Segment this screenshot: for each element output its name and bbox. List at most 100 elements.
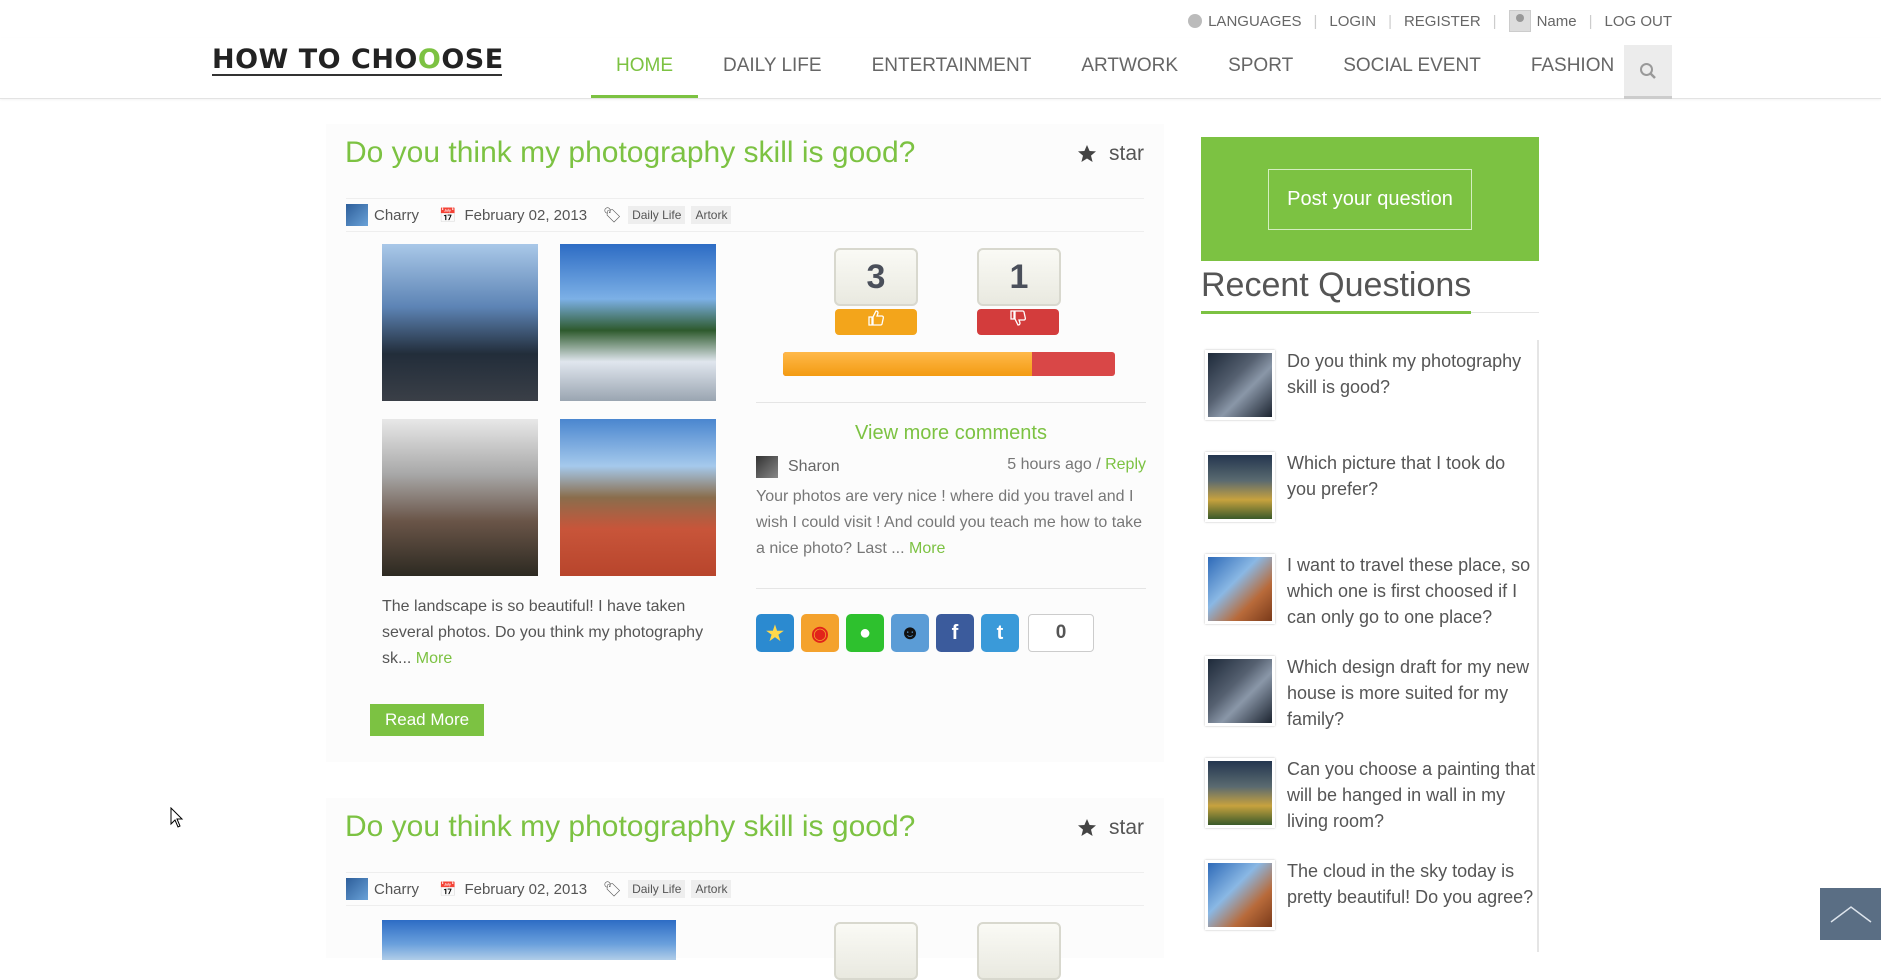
question-thumbnail [1205,860,1275,930]
tag-icon: 🏷 [603,207,623,224]
post-photo[interactable] [560,244,716,401]
comment-more-link[interactable]: More [909,540,945,557]
share-count: 0 [1028,614,1094,652]
user-icon [1508,10,1531,32]
mouse-cursor-icon [170,807,184,828]
divider [756,588,1146,589]
register-link[interactable]: REGISTER [1404,13,1481,30]
downvote-count [977,922,1061,980]
post-photo[interactable] [382,920,676,960]
upvote-button[interactable] [835,309,917,335]
logo-text-1: HOW TO CHO [212,44,418,75]
recent-question-item[interactable]: Do you think my photography skill is goo… [1201,340,1539,442]
nav-social-event[interactable]: SOCIAL EVENT [1318,38,1506,98]
recent-question-item[interactable]: Can you choose a painting that will be h… [1201,748,1539,850]
question-post: Do you think my photography skill is goo… [326,124,1164,762]
logout-link[interactable]: LOG OUT [1604,13,1672,30]
recent-question-item[interactable]: I want to travel these place, so which o… [1201,544,1539,646]
twitter-icon[interactable]: t [981,614,1019,652]
comment-meta: 5 hours ago / Reply [1007,456,1146,474]
star-icon [1077,819,1096,836]
separator: | [1588,12,1593,30]
thumbs-up-icon [868,310,884,326]
nav-daily-life[interactable]: DAILY LIFE [698,38,847,98]
post-title[interactable]: Do you think my photography skill is goo… [345,810,915,844]
logo-text-2: O [417,44,442,75]
tag-daily-life[interactable]: Daily Life [628,880,686,898]
author-name[interactable]: Charry [374,207,419,224]
divider [756,402,1146,403]
back-to-top-button[interactable] [1820,888,1881,940]
commenter-name[interactable]: Sharon [788,458,840,476]
question-text[interactable]: Which design draft for my new house is m… [1287,654,1537,732]
question-text[interactable]: I want to travel these place, so which o… [1287,552,1537,630]
login-link[interactable]: LOGIN [1329,13,1376,30]
nav-sport[interactable]: SPORT [1203,38,1318,98]
back-to-top-icon [1830,906,1871,923]
qq-icon[interactable]: ☻ [891,614,929,652]
author-avatar [346,204,368,226]
user-profile-link[interactable]: Name [1508,10,1577,32]
separator: | [1492,12,1497,30]
nav-entertainment[interactable]: ENTERTAINMENT [847,38,1057,98]
star-label: star [1108,142,1144,165]
tag-artork[interactable]: Artork [691,880,732,898]
post-photo[interactable] [382,244,538,401]
recent-questions-heading: Recent Questions [1201,266,1472,304]
question-text[interactable]: The cloud in the sky today is pretty bea… [1287,858,1537,910]
star-button[interactable]: star [1077,816,1144,840]
commenter-avatar [756,456,778,478]
comment-body: Your photos are very nice ! where did yo… [756,488,1142,557]
separator: | [1388,12,1392,30]
question-thumbnail [1205,656,1275,726]
view-more-comments-link[interactable]: View more comments [756,422,1146,445]
thumbs-down-icon [1010,310,1026,326]
post-photo[interactable] [382,419,538,576]
vote-ratio-fill [783,352,1032,376]
languages-link[interactable]: LANGUAGES [1188,13,1301,30]
nav-artwork[interactable]: ARTWORK [1056,38,1203,98]
comment-text: Your photos are very nice ! where did yo… [756,484,1146,562]
comment-author: Sharon [756,456,840,478]
calendar-icon: 📅 [439,880,457,897]
recent-question-item[interactable]: The cloud in the sky today is pretty bea… [1201,850,1539,952]
post-title[interactable]: Do you think my photography skill is goo… [345,136,915,170]
vote-ratio-bar [783,352,1115,376]
facebook-icon[interactable]: f [936,614,974,652]
weibo-icon[interactable]: ◉ [801,614,839,652]
post-photo[interactable] [560,419,716,576]
recent-question-item[interactable]: Which picture that I took do you prefer? [1201,442,1539,544]
search-button[interactable] [1624,45,1672,99]
recent-question-item[interactable]: Which design draft for my new house is m… [1201,646,1539,748]
nav-fashion[interactable]: FASHION [1506,38,1639,98]
logo-underline [212,74,502,76]
downvote-button[interactable] [977,309,1059,335]
star-icon [1077,145,1096,162]
reply-link[interactable]: Reply [1105,456,1146,473]
heading-underline [1201,311,1471,314]
wechat-icon[interactable]: ● [846,614,884,652]
downvote-count: 1 [977,248,1061,306]
excerpt-more-link[interactable]: More [416,650,452,667]
username-label: Name [1536,12,1577,30]
comment-time: 5 hours ago [1007,456,1092,473]
read-more-button[interactable]: Read More [370,704,485,736]
site-logo[interactable]: HOW TO CHOOOSE [212,44,504,75]
heading-rule [1471,312,1539,313]
author-name[interactable]: Charry [374,881,419,898]
tag-artork[interactable]: Artork [691,206,732,224]
post-question-panel: Post your question [1201,137,1539,261]
recent-questions-list: Do you think my photography skill is goo… [1201,340,1539,952]
question-post: Do you think my photography skill is goo… [326,798,1164,980]
tag-daily-life[interactable]: Daily Life [628,206,686,224]
question-text[interactable]: Do you think my photography skill is goo… [1287,348,1537,400]
post-meta: Charry 📅 February 02, 2013 🏷 Daily Life … [346,198,1144,232]
nav-home[interactable]: HOME [591,38,698,98]
post-date: February 02, 2013 [464,206,588,224]
question-thumbnail [1205,350,1275,420]
star-button[interactable]: star [1077,142,1144,166]
question-text[interactable]: Which picture that I took do you prefer? [1287,450,1537,502]
post-question-button[interactable]: Post your question [1268,168,1472,230]
question-text[interactable]: Can you choose a painting that will be h… [1287,756,1537,834]
favorite-share-icon[interactable]: ★ [756,614,794,652]
